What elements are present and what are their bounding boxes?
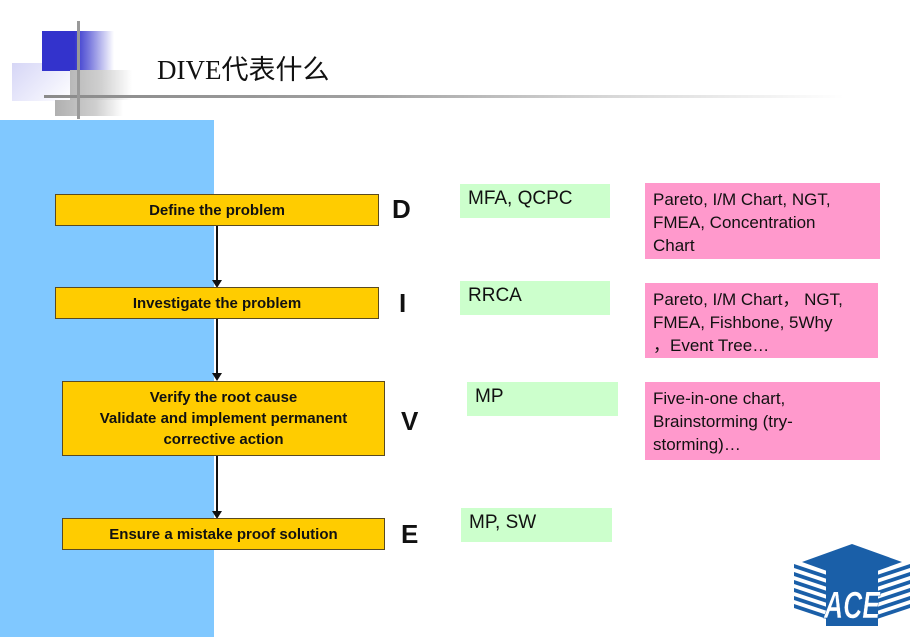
technique-line: FMEA, Concentration (653, 213, 816, 232)
tools-box-d: MFA, QCPC (460, 184, 610, 218)
header-vertical-line (77, 21, 80, 119)
step-label: Verify the root cause (149, 389, 298, 406)
connector-d-i (216, 226, 218, 280)
technique-line: ，Event Tree… (653, 336, 770, 355)
step-define: Define the problem (55, 194, 379, 226)
step-investigate: Investigate the problem (55, 287, 379, 319)
connector-i-v (216, 318, 218, 373)
ace-logo: ACE (794, 544, 910, 627)
tools-text: MP (475, 386, 504, 407)
step-label: corrective action (163, 431, 284, 448)
step-label: Ensure a mistake proof solution (109, 525, 338, 543)
step-ensure: Ensure a mistake proof solution (62, 518, 385, 550)
step-label: Investigate the problem (132, 294, 302, 312)
letter-d: D (392, 194, 411, 224)
technique-line: storming)… (653, 435, 741, 454)
logo-text: ACE (823, 585, 881, 627)
techniques-box-i: Pareto, I/M Chart， NGT, FMEA, Fishbone, … (645, 283, 878, 358)
tools-text: MFA, QCPC (468, 188, 573, 209)
step-verify: Verify the root cause Validate and imple… (62, 381, 385, 456)
header-divider-line (44, 95, 844, 98)
step-label: Define the problem (149, 201, 285, 219)
techniques-box-v: Five-in-one chart, Brainstorming (try- s… (645, 382, 880, 460)
tools-box-v: MP (467, 382, 618, 416)
header-decoration-gray-bar (55, 100, 123, 116)
step-label: Validate and implement permanent (99, 410, 348, 427)
letter-v: V (401, 406, 419, 436)
tools-text: RRCA (468, 285, 522, 306)
letter-i: I (399, 288, 407, 318)
slide-title: DIVE代表什么 (157, 55, 330, 85)
tools-box-i: RRCA (460, 281, 610, 315)
technique-line: Pareto, I/M Chart, NGT, (653, 190, 831, 209)
technique-line: Brainstorming (try- (653, 412, 793, 431)
technique-line: Chart (653, 236, 695, 255)
arrowhead-i-v (212, 373, 222, 381)
tools-box-e: MP, SW (461, 508, 612, 542)
technique-line: FMEA, Fishbone, 5Why (653, 313, 833, 332)
connector-v-e (216, 456, 218, 511)
technique-line: Pareto, I/M Chart， NGT, (653, 290, 843, 309)
letter-e: E (401, 519, 419, 549)
techniques-box-d: Pareto, I/M Chart, NGT, FMEA, Concentrat… (645, 183, 880, 259)
technique-line: Five-in-one chart, (653, 389, 786, 408)
tools-text: MP, SW (469, 512, 537, 533)
